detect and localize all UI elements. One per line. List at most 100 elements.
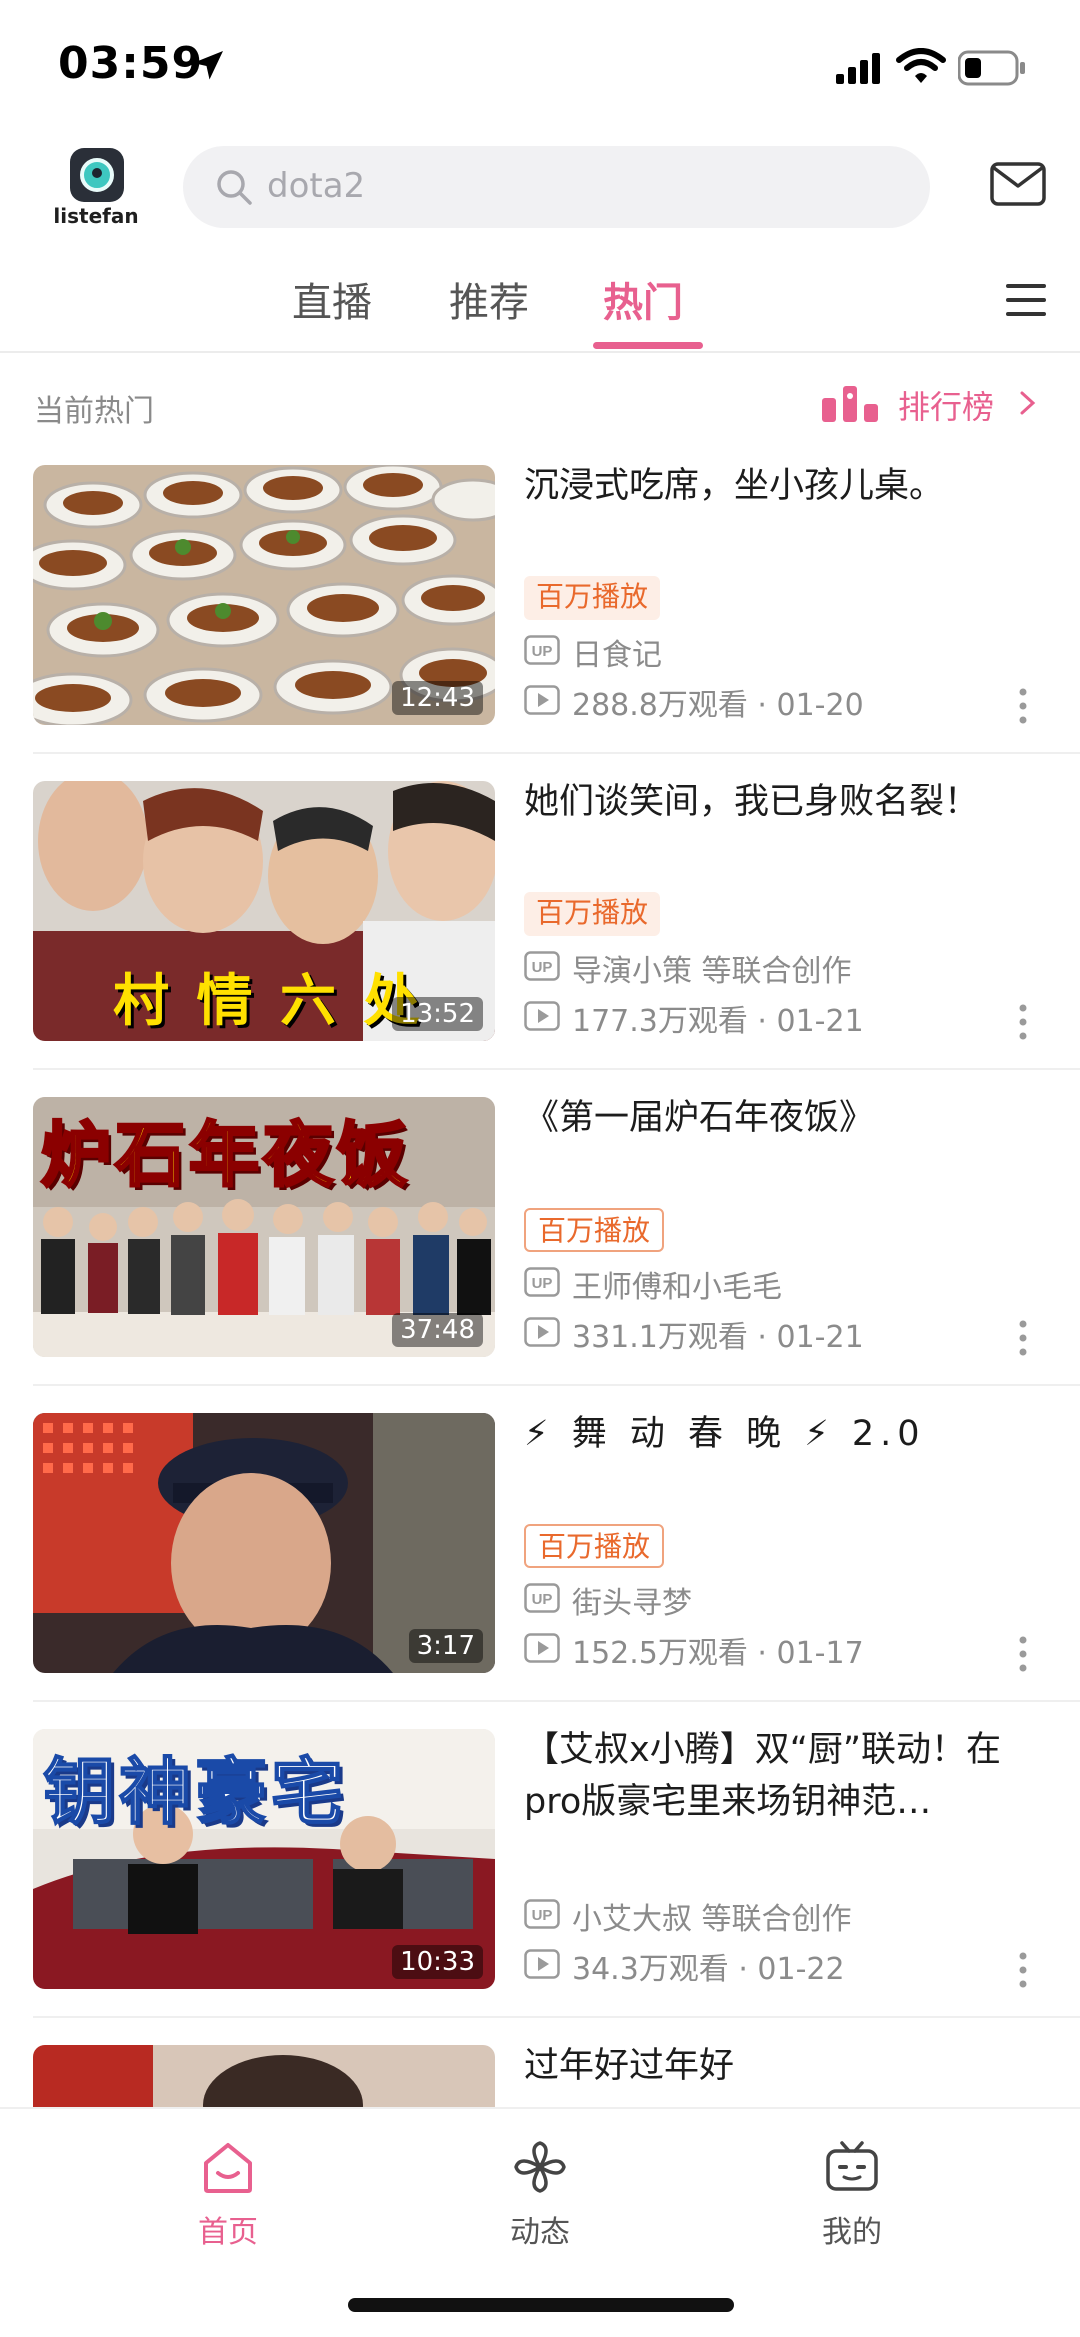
video-thumbnail[interactable]: 村 情 六 处 13:52 (33, 781, 495, 1041)
search-icon (217, 170, 252, 205)
play-icon (524, 1633, 560, 1663)
publish-date: 01-17 (776, 1636, 864, 1671)
svg-text:UP: UP (532, 959, 553, 976)
logo-icon (70, 148, 124, 202)
ranking-label: 排行榜 (898, 388, 995, 426)
video-title[interactable]: 她们谈笑间，我已身败名裂！ (524, 776, 1024, 828)
popularity-badge: 百万播放 (524, 1208, 665, 1252)
view-count: 331.1万观看 (572, 1320, 748, 1355)
up-icon: UP (524, 1267, 560, 1297)
app-logo[interactable]: listefan (52, 148, 140, 230)
svg-text:UP: UP (532, 643, 553, 660)
more-options-icon[interactable] (1016, 1318, 1030, 1358)
play-icon (524, 685, 560, 715)
popularity-badge: 百万播放 (524, 892, 661, 936)
ranking-icon (822, 386, 878, 422)
video-duration: 13:52 (392, 997, 483, 1031)
thumbnail-image (33, 2045, 495, 2108)
logo-text: listefan (53, 204, 139, 228)
video-title[interactable]: 【艾叔x小腾】双“厨”联动！在pro版豪宅里来场钥神范… (524, 1724, 1024, 1828)
thumbnail-caption: 村 情 六 处 (113, 969, 424, 1034)
status-time: 03:59 (58, 38, 204, 89)
section-title: 当前热门 (34, 394, 154, 429)
cellular-signal-icon (836, 53, 880, 84)
video-title[interactable]: 《第一届炉石年夜饭》 (524, 1092, 1024, 1144)
more-options-icon[interactable] (1016, 686, 1030, 726)
publish-date: 01-22 (757, 1952, 845, 1987)
video-thumbnail[interactable]: 钥神豪宅 10:33 (33, 1729, 495, 1989)
up-icon: UP (524, 1899, 560, 1929)
tab-active-indicator (593, 342, 703, 349)
divider (33, 1700, 1080, 1702)
battery-icon (958, 50, 1025, 86)
video-duration: 37:48 (392, 1313, 483, 1347)
video-item[interactable]: 炉石年夜饭 37:48 《第一届炉石年夜饭》 百万播放 UP 王师傅和小毛毛 3… (0, 1092, 1080, 1408)
thumbnail-caption: 炉石年夜饭 (40, 1113, 411, 1198)
status-bar: 03:59 (0, 0, 1080, 130)
up-icon: UP (524, 635, 560, 665)
video-item[interactable]: 3:17 ⚡ 舞 动 春 晚 ⚡ 2.0 百万播放 UP 街头寻梦 152.5万… (0, 1408, 1080, 1724)
nav-feed[interactable]: 动态 (460, 2127, 620, 2250)
video-item[interactable]: 12:43 沉浸式吃席，坐小孩儿桌。 百万播放 UP 日食记 288.8万观看 … (0, 460, 1080, 776)
svg-text:UP: UP (532, 1591, 553, 1608)
play-icon (524, 1001, 560, 1031)
video-thumbnail[interactable]: 炉石年夜饭 37:48 (33, 1097, 495, 1357)
nav-profile-label: 我的 (822, 2215, 882, 2250)
nav-profile[interactable]: 我的 (772, 2127, 932, 2250)
divider (33, 752, 1080, 754)
tab-hot[interactable]: 热门 (603, 270, 683, 328)
publish-date: 01-21 (776, 1004, 864, 1039)
search-placeholder: dota2 (267, 166, 366, 206)
view-count: 34.3万观看 (572, 1952, 729, 1987)
tv-icon (826, 2141, 878, 2191)
search-input[interactable]: dota2 (183, 146, 930, 228)
nav-home-label: 首页 (198, 2215, 258, 2250)
video-thumbnail[interactable]: 12:43 (33, 465, 495, 725)
more-options-icon[interactable] (1016, 1634, 1030, 1674)
uploader-name: 王师傅和小毛毛 (572, 1270, 782, 1305)
video-item[interactable]: 钥神豪宅 10:33 【艾叔x小腾】双“厨”联动！在pro版豪宅里来场钥神范… … (0, 1724, 1080, 2040)
location-arrow-icon (193, 51, 223, 80)
uploader-name: 街头寻梦 (572, 1586, 692, 1621)
video-title[interactable]: ⚡ 舞 动 春 晚 ⚡ 2.0 (524, 1408, 1024, 1460)
publish-date: 01-20 (776, 688, 864, 723)
tab-live[interactable]: 直播 (292, 270, 372, 328)
uploader-name: 日食记 (572, 638, 662, 673)
home-icon (204, 2143, 252, 2193)
view-count: 288.8万观看 (572, 688, 748, 723)
popularity-badge: 百万播放 (524, 576, 661, 620)
more-options-icon[interactable] (1016, 1950, 1030, 1990)
menu-icon[interactable] (1004, 280, 1048, 320)
nav-feed-label: 动态 (510, 2215, 570, 2250)
uploader-name: 小艾大叔 等联合创作 (572, 1902, 852, 1937)
uploader-name: 导演小策 等联合创作 (572, 954, 852, 989)
nav-home[interactable]: 首页 (148, 2127, 308, 2250)
divider (33, 1068, 1080, 1070)
video-item[interactable]: 过年好过年好 (0, 2040, 1080, 2108)
video-duration: 12:43 (392, 681, 483, 715)
play-icon (524, 1949, 560, 1979)
view-count: 152.5万观看 (572, 1636, 748, 1671)
pinwheel-icon (514, 2141, 566, 2193)
up-icon: UP (524, 951, 560, 981)
video-duration: 10:33 (392, 1945, 483, 1979)
home-indicator (348, 2298, 734, 2312)
video-item[interactable]: 村 情 六 处 13:52 她们谈笑间，我已身败名裂！ 百万播放 UP 导演小策… (0, 776, 1080, 1092)
video-title[interactable]: 过年好过年好 (524, 2040, 1024, 2092)
video-duration: 3:17 (408, 1629, 483, 1663)
tab-recommend[interactable]: 推荐 (449, 270, 529, 328)
popularity-badge: 百万播放 (524, 1524, 665, 1568)
thumbnail-caption: 钥神豪宅 (42, 1749, 348, 1835)
divider (33, 1384, 1080, 1386)
ranking-link[interactable]: 排行榜 (822, 380, 1052, 426)
chevron-right-icon (1020, 391, 1036, 415)
wifi-icon (896, 48, 946, 83)
play-icon (524, 1317, 560, 1347)
svg-text:UP: UP (532, 1907, 553, 1924)
video-title[interactable]: 沉浸式吃席，坐小孩儿桌。 (524, 460, 1024, 512)
up-icon: UP (524, 1583, 560, 1613)
video-thumbnail[interactable]: 3:17 (33, 1413, 495, 1673)
video-thumbnail[interactable] (33, 2045, 495, 2108)
mail-icon[interactable] (990, 162, 1046, 206)
more-options-icon[interactable] (1016, 1002, 1030, 1042)
